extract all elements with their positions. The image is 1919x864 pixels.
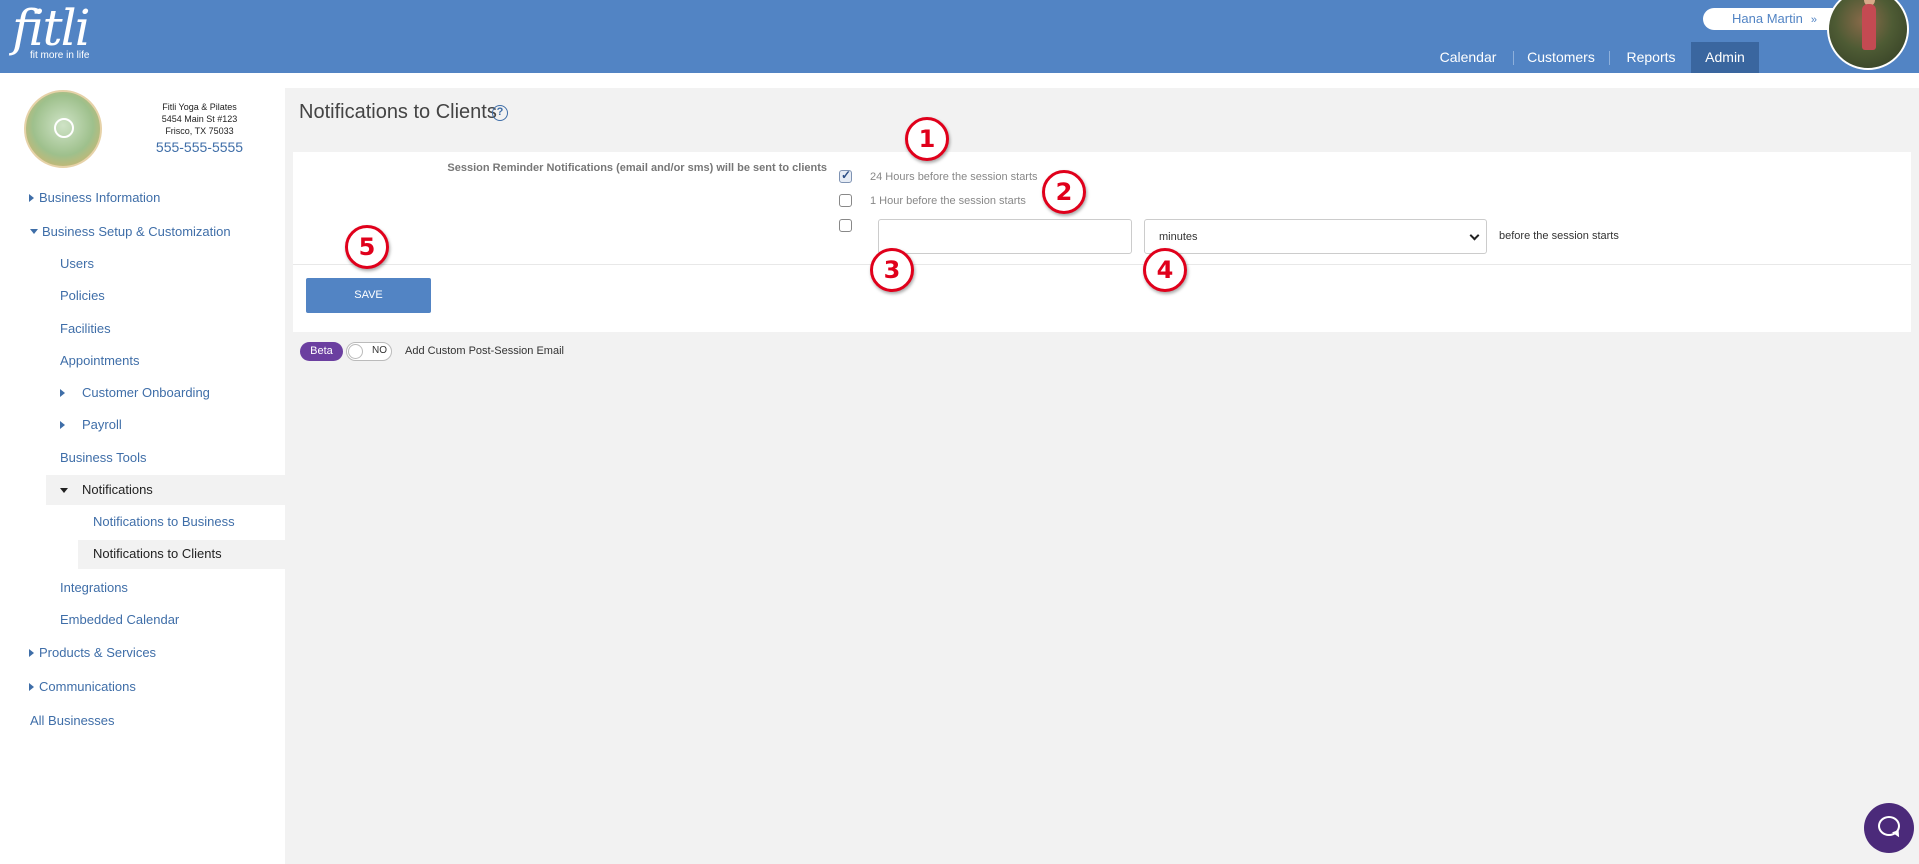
logo-wordmark: fitli [12,0,91,57]
lotus-icon [54,118,74,138]
nav-admin[interactable]: Admin [1691,42,1759,73]
sidebar-item-facilities[interactable]: Facilities [60,321,111,336]
option-24-hours-label: 24 Hours before the session starts [870,171,1038,183]
nav-customers[interactable]: Customers [1522,42,1600,73]
sidebar-item-notifications-to-clients[interactable]: Notifications to Clients [93,546,222,561]
panel-divider [293,264,1911,265]
business-address-line1: 5454 Main St #123 [161,114,238,124]
toggle-state-label: NO [372,345,387,356]
sidebar-item-all-businesses[interactable]: All Businesses [30,713,115,728]
business-logo [24,90,102,168]
annotation-marker-2: 2 [1042,170,1086,214]
checkbox-custom-time[interactable] [839,219,852,232]
sidebar-item-products-services[interactable]: Products & Services [39,645,156,660]
sidebar-item-notifications[interactable]: Notifications [82,482,153,497]
post-session-email-label: Add Custom Post-Session Email [405,345,564,357]
caret-down-icon [30,229,38,234]
caret-right-icon [60,389,65,397]
caret-right-icon [29,194,34,202]
logo-tagline: fit more in life [30,50,90,61]
toggle-knob [348,344,363,359]
option-1-hour-label: 1 Hour before the session starts [870,195,1026,207]
sidebar-item-integrations[interactable]: Integrations [60,580,128,595]
sidebar-item-payroll[interactable]: Payroll [82,417,122,432]
business-phone[interactable]: 555-555-5555 [128,139,271,155]
sidebar-item-policies[interactable]: Policies [60,288,105,303]
annotation-marker-5: 5 [345,225,389,269]
checkbox-1-hour[interactable] [839,194,852,207]
chevron-down-icon [1469,230,1480,241]
nav-reports[interactable]: Reports [1618,42,1684,73]
after-select-text: before the session starts [1499,230,1619,242]
sidebar-item-customer-onboarding[interactable]: Customer Onboarding [82,385,210,400]
save-button[interactable]: SAVE [306,278,431,313]
help-icon[interactable]: ? [492,105,508,121]
app-logo[interactable]: fitli fit more in life [12,0,91,61]
annotation-marker-4: 4 [1143,248,1187,292]
sidebar-item-business-setup[interactable]: Business Setup & Customization [42,224,231,239]
reminder-label: Session Reminder Notifications (email an… [447,162,827,174]
beta-badge: Beta [300,342,343,361]
caret-down-icon [60,488,68,493]
post-session-email-toggle[interactable]: NO [346,342,392,361]
caret-right-icon [29,683,34,691]
sidebar-item-embedded-calendar[interactable]: Embedded Calendar [60,612,179,627]
custom-amount-input[interactable] [878,219,1132,254]
sidebar-item-business-information[interactable]: Business Information [39,190,160,205]
sidebar-item-communications[interactable]: Communications [39,679,136,694]
business-name: Fitli Yoga & Pilates [162,102,237,112]
caret-right-icon [29,649,34,657]
caret-right-icon [60,421,65,429]
annotation-marker-3: 3 [870,248,914,292]
annotation-marker-1: 1 [905,117,949,161]
business-address: Fitli Yoga & Pilates 5454 Main St #123 F… [128,101,271,137]
nav-divider [1609,51,1610,65]
user-name: Hana Martin [1732,11,1803,26]
checkbox-24-hours[interactable] [839,168,852,183]
time-unit-value: minutes [1159,231,1198,243]
sidebar-item-notifications-to-business[interactable]: Notifications to Business [93,514,235,529]
sidebar-item-users[interactable]: Users [60,256,94,271]
chat-button[interactable] [1864,803,1914,853]
sidebar-item-appointments[interactable]: Appointments [60,353,140,368]
chevron-down-icon: » [1810,14,1817,26]
time-unit-select[interactable]: minutes [1144,219,1487,254]
business-address-line2: Frisco, TX 75033 [165,126,234,136]
page-title: Notifications to Clients [299,101,497,123]
nav-divider [1513,51,1514,65]
nav-calendar[interactable]: Calendar [1428,42,1508,73]
sidebar-item-business-tools[interactable]: Business Tools [60,450,146,465]
